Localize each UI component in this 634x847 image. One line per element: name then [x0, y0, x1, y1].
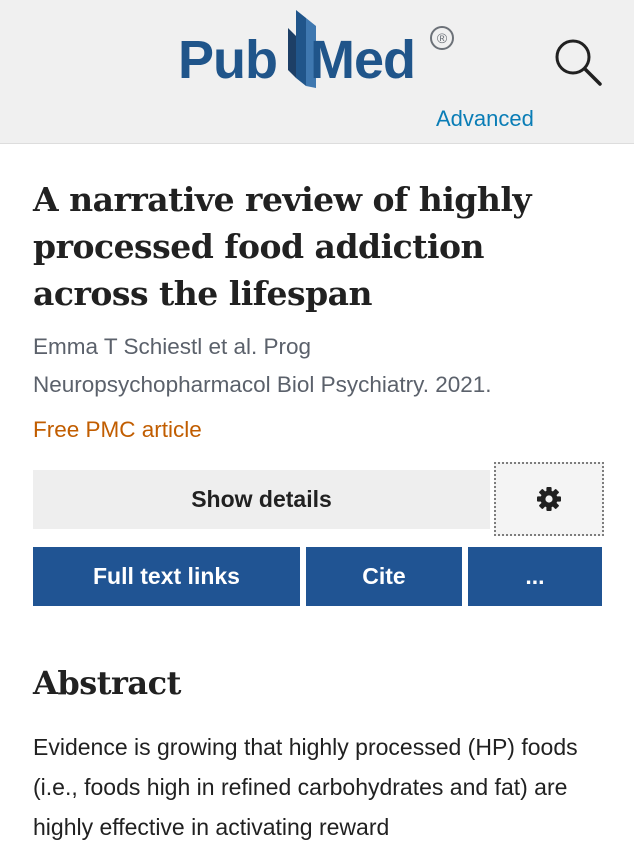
- search-icon: [555, 39, 602, 86]
- gear-icon: [537, 487, 561, 511]
- full-text-links-button[interactable]: Full text links: [33, 547, 300, 606]
- article-title: A narrative review of highly processed f…: [33, 180, 532, 313]
- show-details-button[interactable]: Show details: [33, 470, 490, 529]
- abstract-text: Evidence is growing that highly processe…: [33, 734, 578, 840]
- article-authors: Emma T Schiestl et al. Prog: [33, 334, 312, 359]
- article-journal: Neuropsychopharmacol Biol Psychiatry. 20…: [33, 372, 492, 397]
- logo-med-text: Med: [310, 30, 416, 90]
- more-actions-button[interactable]: ...: [468, 547, 602, 606]
- logo-advanced-label: Advanced: [436, 106, 534, 131]
- registered-mark: ®: [430, 26, 454, 50]
- free-pmc-article-link[interactable]: Free PMC article: [33, 411, 613, 449]
- display-settings-button[interactable]: [494, 462, 604, 536]
- cite-button[interactable]: Cite: [306, 547, 462, 606]
- pubmed-logo[interactable]: Pub Med ® Advanced: [178, 8, 534, 131]
- logo-pub-text: Pub: [178, 30, 278, 90]
- site-header: Pub Med ® Advanced: [0, 0, 634, 144]
- search-button[interactable]: [552, 36, 604, 88]
- abstract-heading: Abstract: [33, 664, 181, 702]
